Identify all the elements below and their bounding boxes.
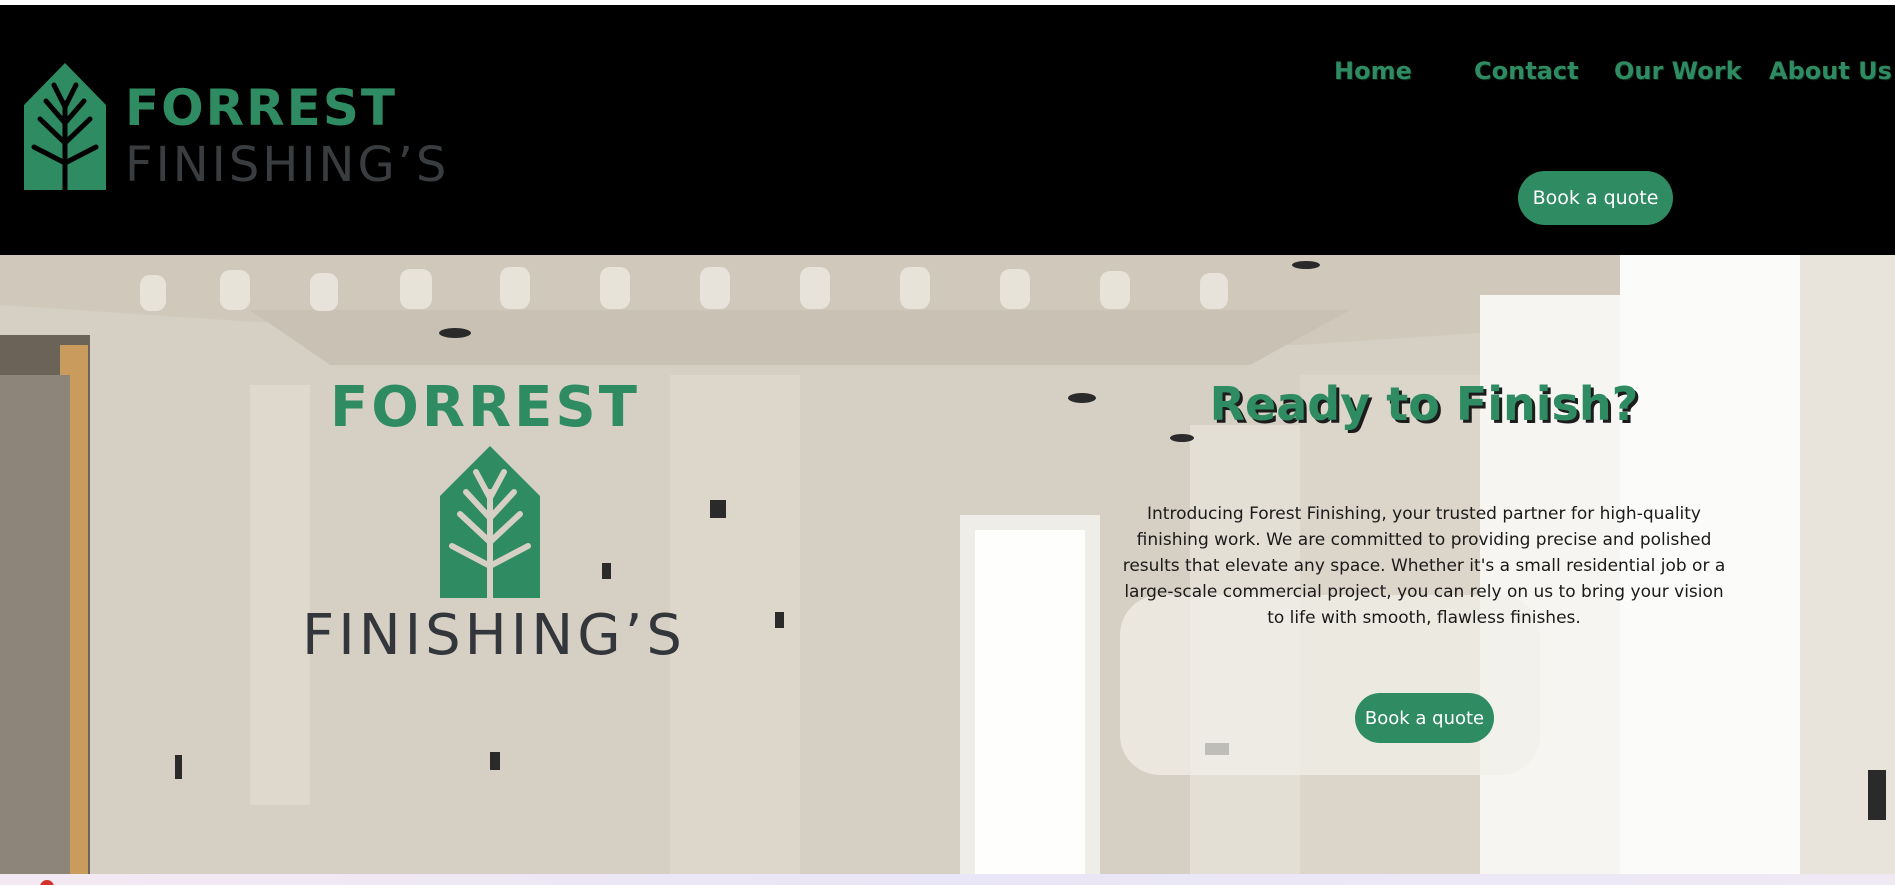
- header-book-quote-button[interactable]: Book a quote: [1518, 171, 1673, 225]
- nav-about-us[interactable]: About Us: [1769, 57, 1892, 85]
- nav-contact[interactable]: Contact: [1474, 57, 1579, 85]
- tree-house-icon: [440, 446, 540, 598]
- hero-book-quote-button[interactable]: Book a quote: [1355, 693, 1494, 743]
- page: FORREST FINISHING’S Home Contact Our Wor…: [0, 0, 1895, 885]
- hero-logo-word-forrest: FORREST: [330, 375, 640, 440]
- hero-section: FORREST FINISHING’S Ready to Finish? Int…: [0, 255, 1895, 874]
- hero-title: Ready to Finish?: [1209, 377, 1639, 431]
- hero-logo: FORREST FINISHING’S: [296, 380, 716, 680]
- nav-our-work[interactable]: Our Work: [1614, 57, 1742, 85]
- main-nav: Home Contact Our Work About Us: [0, 57, 1895, 97]
- hero-logo-word-finishings: FINISHING’S: [302, 603, 686, 668]
- bottom-taskbar-strip: [0, 874, 1895, 885]
- site-header: FORREST FINISHING’S Home Contact Our Wor…: [0, 5, 1895, 255]
- hero-description: Introducing Forest Finishing, your trust…: [1122, 504, 1726, 628]
- logo-word-finishings: FINISHING’S: [125, 137, 450, 193]
- nav-home[interactable]: Home: [1334, 57, 1412, 85]
